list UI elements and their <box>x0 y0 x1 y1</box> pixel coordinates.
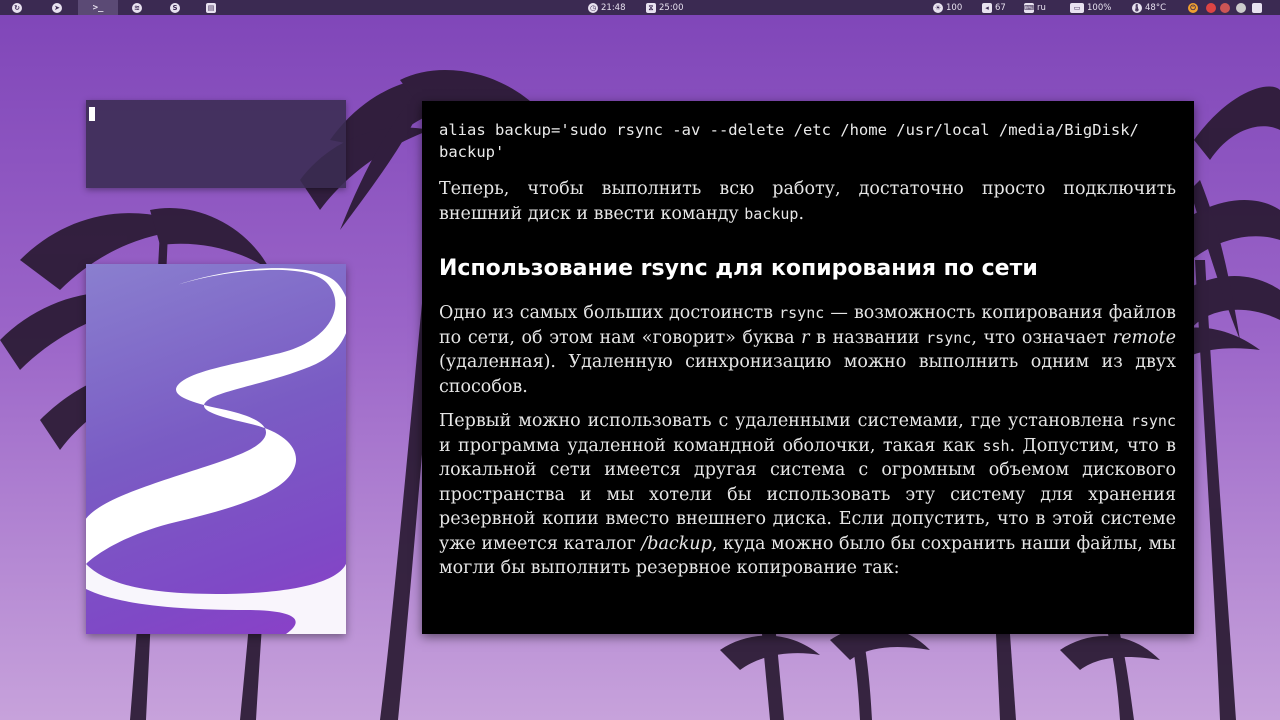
section-heading: Использование rsync для копирования по с… <box>439 256 1038 281</box>
tray-icon-4[interactable] <box>1252 0 1262 15</box>
terminal-icon[interactable]: >_ <box>78 0 118 15</box>
power-icon[interactable]: ⏻ <box>1188 0 1198 15</box>
document-viewer[interactable]: alias backup='sudo rsync -av --delete /e… <box>422 101 1194 634</box>
timer-icon: ⧖ <box>646 2 656 13</box>
battery-text: 100% <box>1087 2 1112 13</box>
temperature-text: 48°C <box>1145 2 1167 13</box>
clock-widget[interactable]: ◷ 21:48 <box>588 0 626 15</box>
volume-icon: ◂ <box>982 2 992 13</box>
volume-text: 67 <box>995 2 1006 13</box>
battery-widget[interactable]: ▭ 100% <box>1070 0 1111 15</box>
timer-widget[interactable]: ⧖ 25:00 <box>646 0 684 15</box>
document-icon[interactable]: ▤ <box>206 0 216 15</box>
emacs-logo-icon <box>86 268 346 634</box>
clock-text: 21:48 <box>601 2 626 13</box>
code-block: alias backup='sudo rsync -av --delete /e… <box>439 121 1139 161</box>
inline-code-backup: backup <box>744 204 799 223</box>
brightness-text: 100 <box>946 2 963 13</box>
keyboard-widget[interactable]: ⌨ ru <box>1024 0 1046 15</box>
telegram-icon[interactable]: ➤ <box>52 0 62 15</box>
brightness-icon: ☀ <box>933 2 943 13</box>
volume-widget[interactable]: ◂ 67 <box>982 0 1006 15</box>
tray-icon-1[interactable] <box>1206 0 1216 15</box>
clock-icon: ◷ <box>588 2 598 13</box>
document-page: alias backup='sudo rsync -av --delete /e… <box>439 119 1176 591</box>
keyboard-layout-text: ru <box>1037 2 1046 13</box>
brightness-widget[interactable]: ☀ 100 <box>933 0 962 15</box>
paragraph-1: Теперь, чтобы выполнить всю работу, дост… <box>439 179 1176 224</box>
top-panel: ↻ ➤ >_ ≋ S ▤ ◷ 21:48 ⧖ 25:00 ☀ 100 ◂ 67 … <box>0 0 1280 15</box>
temperature-widget[interactable]: 🌡 48°C <box>1132 0 1166 15</box>
skype-icon[interactable]: S <box>170 0 180 15</box>
emacs-logo-panel <box>86 264 346 634</box>
timer-text: 25:00 <box>659 2 684 13</box>
thermometer-icon: 🌡 <box>1132 2 1142 13</box>
spotify-icon[interactable]: ≋ <box>132 0 142 15</box>
tray-icon-3[interactable] <box>1236 0 1246 15</box>
tray-icon-2[interactable] <box>1220 0 1230 15</box>
menu-icon[interactable]: ↻ <box>12 0 22 15</box>
paragraph-3: Первый можно использовать с удаленными с… <box>439 411 1177 578</box>
paragraph-2: Одно из самых больших достоинств rsync —… <box>439 303 1177 397</box>
text-cursor <box>89 107 95 121</box>
battery-icon: ▭ <box>1070 2 1084 13</box>
terminal-window[interactable] <box>86 100 346 188</box>
keyboard-icon: ⌨ <box>1024 2 1035 13</box>
